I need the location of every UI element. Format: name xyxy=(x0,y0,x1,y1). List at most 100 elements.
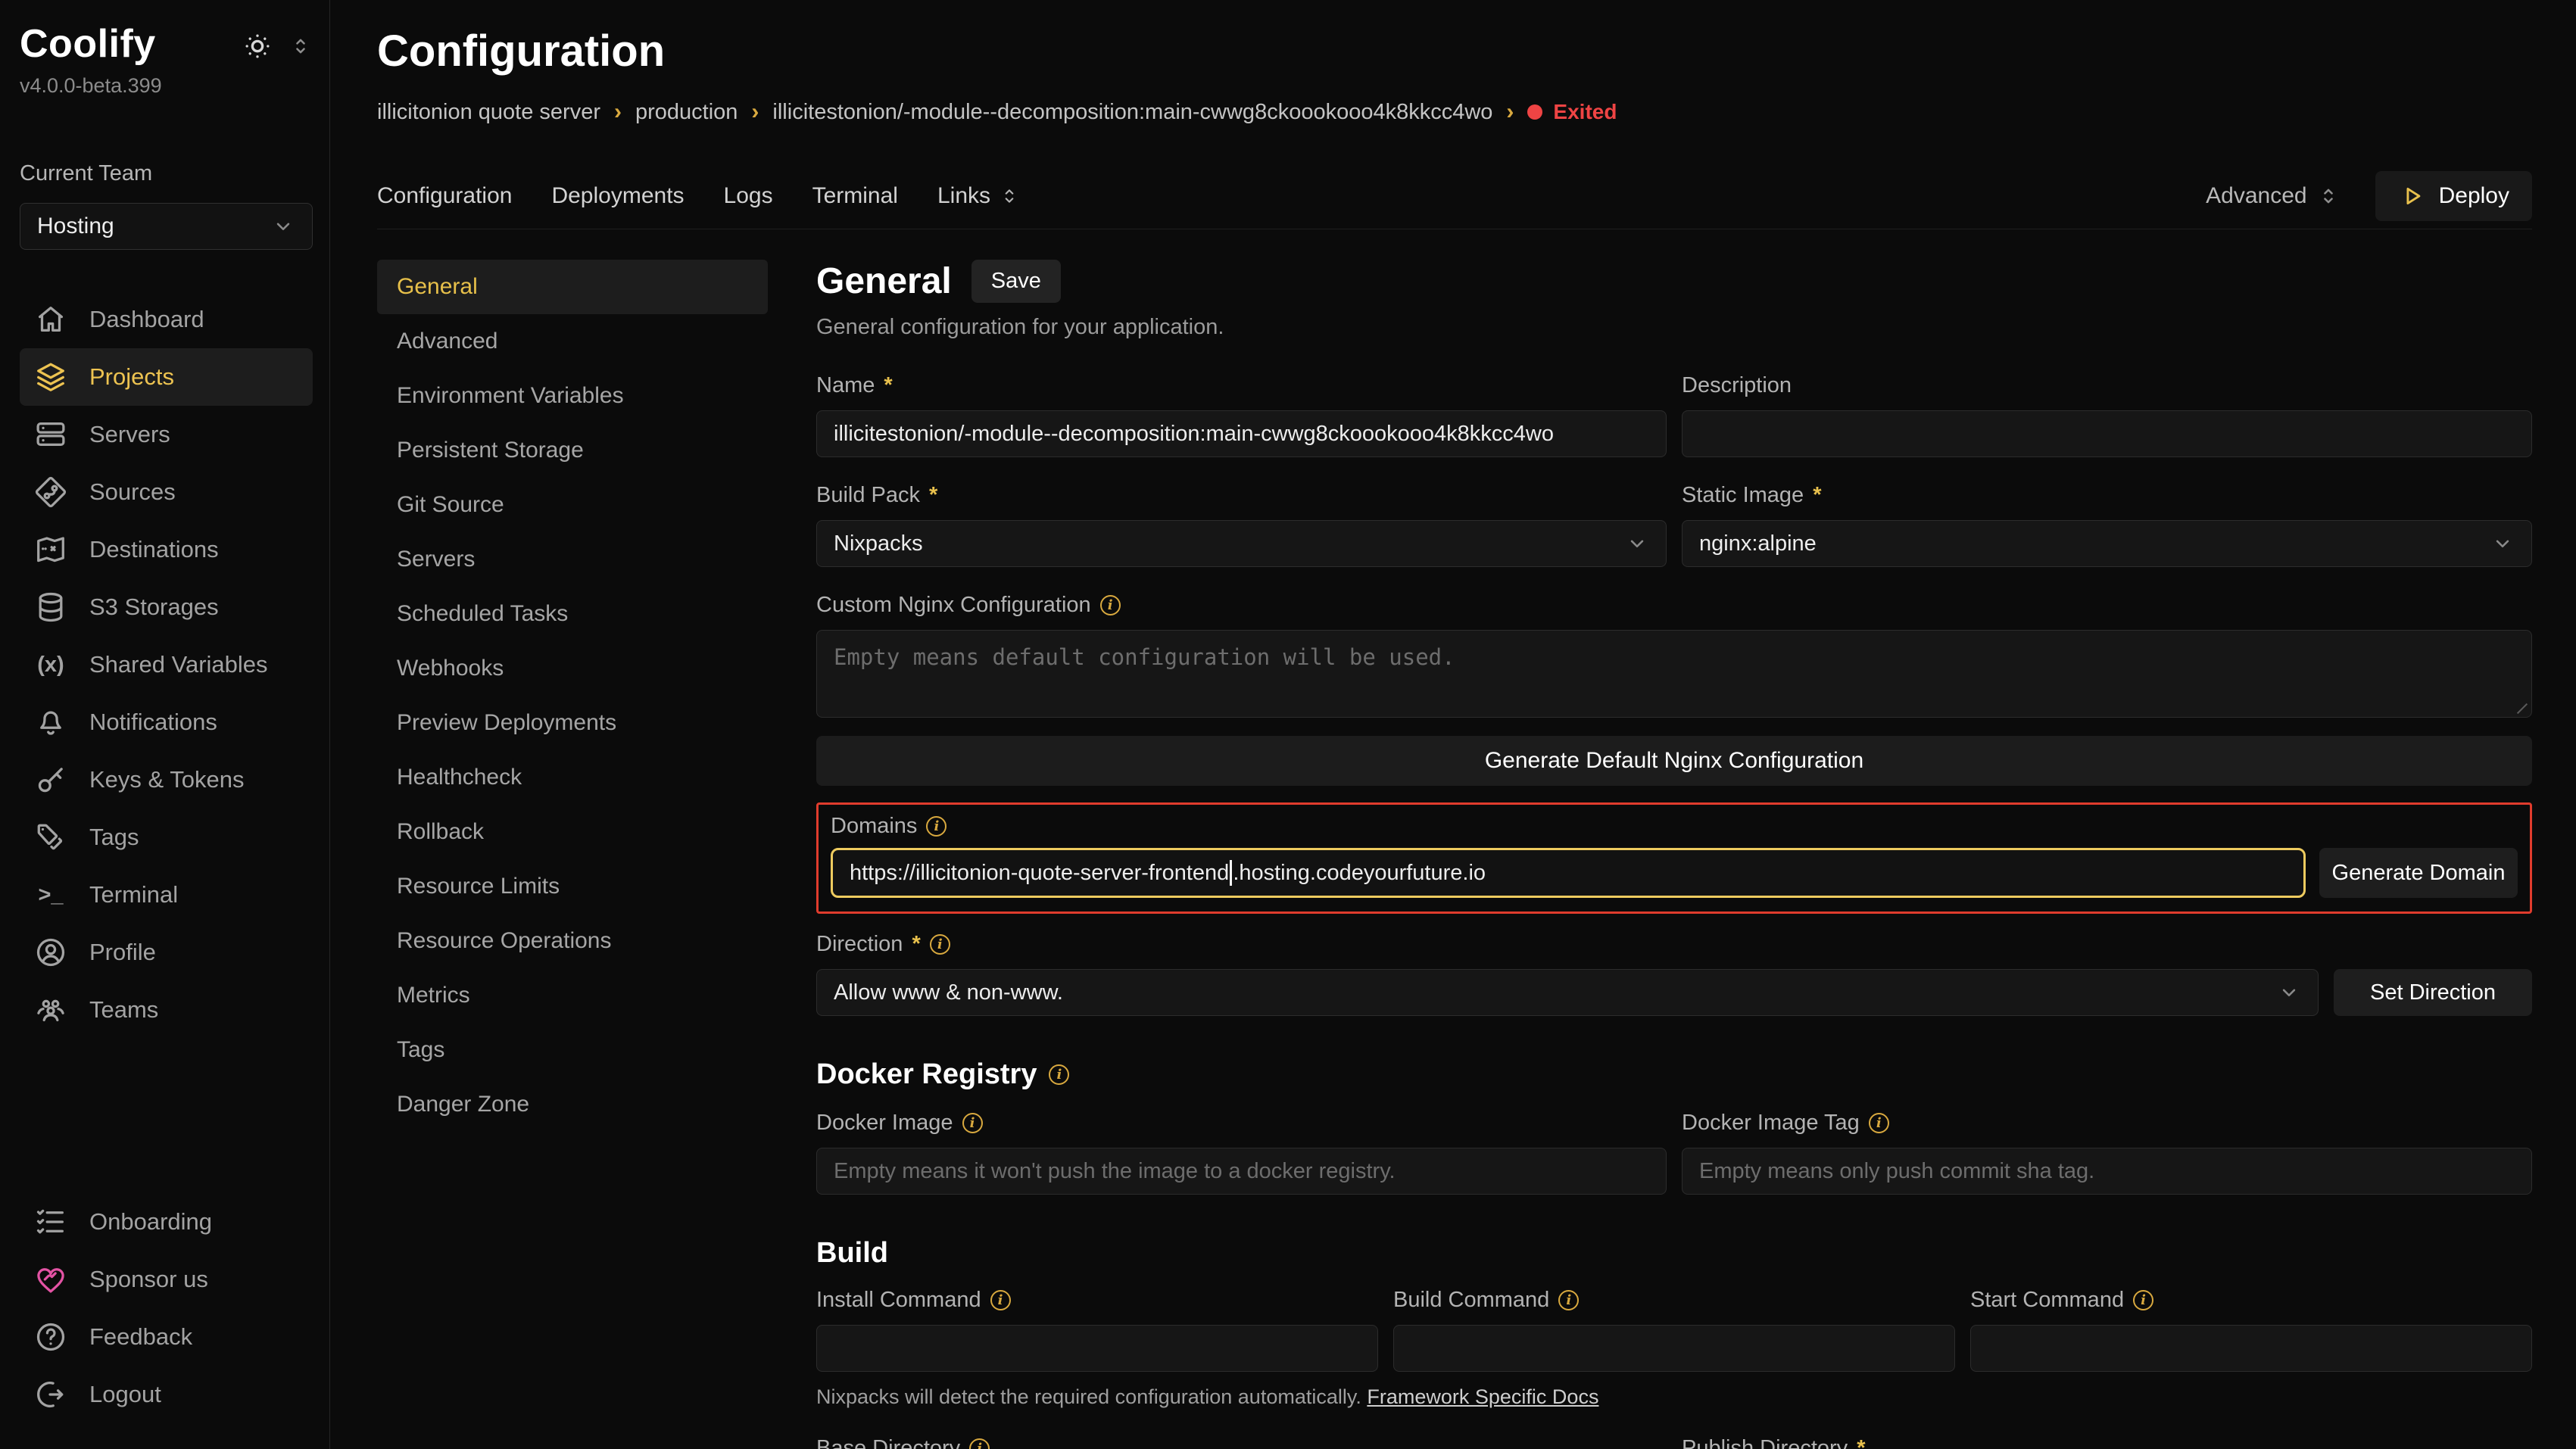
sidebar-item-destinations[interactable]: Destinations xyxy=(20,521,313,578)
install-command-input[interactable] xyxy=(816,1325,1378,1372)
base-directory-label: Base Directory xyxy=(816,1436,1667,1449)
subnav-item-scheduled-tasks[interactable]: Scheduled Tasks xyxy=(377,587,768,641)
chevron-down-icon xyxy=(1625,531,1649,556)
domains-label: Domains xyxy=(831,814,2518,839)
subnav-item-metrics[interactable]: Metrics xyxy=(377,968,768,1023)
subnav-item-healthcheck[interactable]: Healthcheck xyxy=(377,750,768,805)
subnav-item-resource-limits[interactable]: Resource Limits xyxy=(377,859,768,914)
build-command-input[interactable] xyxy=(1393,1325,1955,1372)
subnav-item-servers[interactable]: Servers xyxy=(377,532,768,587)
direction-select[interactable]: Allow www & non-www. xyxy=(816,969,2319,1016)
subnav-item-preview-deployments[interactable]: Preview Deployments xyxy=(377,696,768,750)
deploy-button[interactable]: Deploy xyxy=(2375,171,2532,221)
name-input[interactable] xyxy=(816,410,1667,457)
logout-icon xyxy=(33,1377,68,1412)
sidebar-item-feedback[interactable]: Feedback xyxy=(20,1308,313,1366)
build-pack-value: Nixpacks xyxy=(834,531,923,556)
sidebar-item-sources[interactable]: Sources xyxy=(20,463,313,521)
tab-logs[interactable]: Logs xyxy=(724,183,773,209)
save-button[interactable]: Save xyxy=(971,260,1061,303)
docker-image-input[interactable] xyxy=(816,1148,1667,1195)
advanced-label: Advanced xyxy=(2206,183,2306,209)
team-select[interactable]: Hosting xyxy=(20,203,313,250)
chevrons-up-down-icon xyxy=(998,185,1021,207)
sidebar-item-projects[interactable]: Projects xyxy=(20,348,313,406)
map-icon xyxy=(33,532,68,567)
subnav-item-resource-operations[interactable]: Resource Operations xyxy=(377,914,768,968)
docker-image-tag-label: Docker Image Tag xyxy=(1682,1111,2532,1136)
domains-input[interactable]: https://illicitonion-quote-server-fronte… xyxy=(831,848,2306,898)
text-caret xyxy=(1230,860,1232,886)
sidebar-item-profile[interactable]: Profile xyxy=(20,924,313,981)
sidebar-item-notifications[interactable]: Notifications xyxy=(20,693,313,751)
sidebar-item-terminal[interactable]: >_Terminal xyxy=(20,866,313,924)
subnav-item-webhooks[interactable]: Webhooks xyxy=(377,641,768,696)
sidebar-item-dashboard[interactable]: Dashboard xyxy=(20,291,313,348)
play-icon xyxy=(2398,182,2425,210)
framework-docs-link[interactable]: Framework Specific Docs xyxy=(1367,1385,1598,1408)
custom-nginx-textarea[interactable]: Empty means default configuration will b… xyxy=(816,630,2532,718)
tab-configuration[interactable]: Configuration xyxy=(377,183,512,209)
subnav-item-environment-variables[interactable]: Environment Variables xyxy=(377,369,768,423)
advanced-dropdown[interactable]: Advanced xyxy=(2206,183,2340,209)
tab-links[interactable]: Links xyxy=(937,183,1021,209)
status-dot-icon xyxy=(1527,104,1542,120)
info-icon xyxy=(969,1438,990,1449)
tab-terminal[interactable]: Terminal xyxy=(812,183,898,209)
breadcrumb-item[interactable]: illicitonion quote server xyxy=(377,100,600,125)
subnav-item-rollback[interactable]: Rollback xyxy=(377,805,768,859)
docker-image-tag-input[interactable] xyxy=(1682,1148,2532,1195)
tab-deployments[interactable]: Deployments xyxy=(551,183,684,209)
generate-nginx-button[interactable]: Generate Default Nginx Configuration xyxy=(816,736,2532,786)
static-image-select[interactable]: nginx:alpine xyxy=(1682,520,2532,567)
sidebar-item-sponsor-us[interactable]: Sponsor us xyxy=(20,1251,313,1308)
logo-icons xyxy=(242,30,313,62)
sidebar-item-label: Profile xyxy=(89,939,156,966)
git-source-icon xyxy=(33,475,68,509)
sun-icon[interactable] xyxy=(242,30,273,62)
breadcrumb-item[interactable]: illicitestonion/-module--decomposition:m… xyxy=(772,100,1492,125)
build-pack-select[interactable]: Nixpacks xyxy=(816,520,1667,567)
sidebar-item-servers[interactable]: Servers xyxy=(20,406,313,463)
set-direction-button[interactable]: Set Direction xyxy=(2334,969,2532,1016)
breadcrumb-item[interactable]: production xyxy=(635,100,738,125)
app-logo: Coolify xyxy=(20,21,156,67)
generate-domain-button[interactable]: Generate Domain xyxy=(2319,848,2518,898)
tabbar-right: Advanced Deploy xyxy=(2206,171,2532,221)
subnav-item-general[interactable]: General xyxy=(377,260,768,314)
subnav-item-danger-zone[interactable]: Danger Zone xyxy=(377,1077,768,1132)
required-asterisk: * xyxy=(1813,483,1821,508)
sidebar-item-label: Sources xyxy=(89,478,176,506)
sidebar-item-s3-storages[interactable]: S3 Storages xyxy=(20,578,313,636)
tab-label: Logs xyxy=(724,183,773,209)
checklist-icon xyxy=(33,1204,68,1239)
tabbar: Configuration Deployments Logs Terminal Link… xyxy=(377,163,2532,229)
static-image-label: Static Image* xyxy=(1682,483,2532,508)
sidebar-item-teams[interactable]: Teams xyxy=(20,981,313,1039)
docker-registry-heading: Docker Registry xyxy=(816,1058,1037,1091)
subnav-item-advanced[interactable]: Advanced xyxy=(377,314,768,369)
sidebar-item-tags[interactable]: Tags xyxy=(20,809,313,866)
info-icon xyxy=(1049,1064,1069,1085)
subnav-item-tags[interactable]: Tags xyxy=(377,1023,768,1077)
sidebar-item-label: Dashboard xyxy=(89,306,204,333)
sidebar-item-logout[interactable]: Logout xyxy=(20,1366,313,1423)
sidebar-item-onboarding[interactable]: Onboarding xyxy=(20,1193,313,1251)
chevron-down-icon xyxy=(2277,980,2301,1005)
variables-icon: (x) xyxy=(33,647,68,682)
build-head: Build xyxy=(816,1237,2532,1270)
subnav-item-persistent-storage[interactable]: Persistent Storage xyxy=(377,423,768,478)
breadcrumb-separator: › xyxy=(751,99,759,125)
chevrons-up-down-icon[interactable] xyxy=(288,34,313,58)
sidebar-item-shared-variables[interactable]: (x)Shared Variables xyxy=(20,636,313,693)
sidebar-item-label: Sponsor us xyxy=(89,1266,208,1293)
start-command-input[interactable] xyxy=(1970,1325,2532,1372)
info-icon xyxy=(1100,595,1121,615)
user-icon xyxy=(33,935,68,970)
general-panel-head: General Save xyxy=(816,260,2532,303)
description-label: Description xyxy=(1682,373,2532,398)
description-input[interactable] xyxy=(1682,410,2532,457)
subnav-item-git-source[interactable]: Git Source xyxy=(377,478,768,532)
heart-icon xyxy=(33,1262,68,1297)
sidebar-item-keys-tokens[interactable]: Keys & Tokens xyxy=(20,751,313,809)
